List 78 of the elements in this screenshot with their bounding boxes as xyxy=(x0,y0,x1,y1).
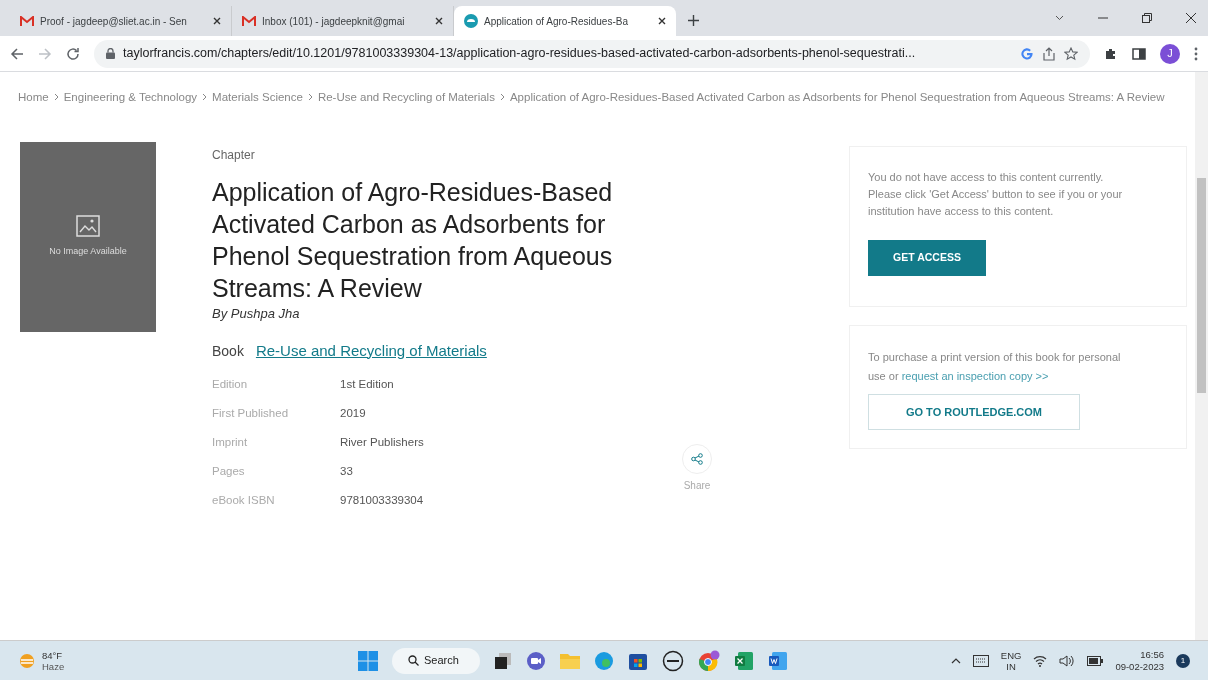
back-icon[interactable] xyxy=(10,46,24,61)
tab-search-icon[interactable] xyxy=(1055,15,1064,21)
taskbar-search[interactable]: Search xyxy=(392,647,480,674)
puzzle-icon[interactable] xyxy=(1104,46,1118,61)
chevron-right-icon xyxy=(307,93,313,101)
chat-icon[interactable] xyxy=(526,650,546,671)
restore-icon[interactable] xyxy=(1142,13,1152,23)
chevron-right-icon xyxy=(499,93,505,101)
detail-value: 1st Edition xyxy=(340,376,394,392)
chapter-title: Application of Agro-Residues-Based Activated Carbon as Adsorbents for Phenol Sequestration from Aqueous Streams: A Review xyxy=(212,177,614,304)
chrome-icon[interactable] xyxy=(698,649,720,672)
breadcrumb-link[interactable]: Materials Science xyxy=(212,86,303,108)
close-icon[interactable] xyxy=(435,17,443,25)
close-icon[interactable] xyxy=(213,17,221,25)
breadcrumb-link[interactable]: Home xyxy=(18,86,49,108)
tab-title: Proof - jagdeep@sliet.ac.in - Sen xyxy=(40,14,188,29)
site-favicon-icon xyxy=(464,14,478,28)
routledge-button[interactable]: GO TO ROUTLEDGE.COM xyxy=(868,394,1080,430)
close-icon[interactable] xyxy=(658,17,666,25)
star-icon[interactable] xyxy=(1064,46,1078,61)
reload-icon[interactable] xyxy=(66,46,80,61)
detail-label: eBook ISBN xyxy=(212,492,276,508)
notification-badge[interactable]: 1 xyxy=(1176,653,1190,668)
weather-condition: Haze xyxy=(42,660,65,672)
image-icon xyxy=(76,215,100,238)
detail-label: Imprint xyxy=(212,434,249,450)
battery-icon[interactable] xyxy=(1087,655,1104,666)
detail-label: First Published xyxy=(212,405,290,421)
detail-value: 9781003339304 xyxy=(340,492,424,508)
share-icon xyxy=(691,453,703,465)
profile-avatar[interactable]: J xyxy=(1160,43,1180,64)
temperature-text: 84°F xyxy=(42,649,64,661)
search-icon xyxy=(408,655,419,666)
google-icon[interactable] xyxy=(1020,46,1034,61)
speaker-icon[interactable] xyxy=(1059,654,1076,667)
side-panel-icon[interactable] xyxy=(1132,46,1146,61)
windows-start-icon[interactable] xyxy=(358,650,378,671)
close-window-icon[interactable] xyxy=(1186,13,1196,23)
keyboard-icon[interactable] xyxy=(972,654,989,667)
purchase-message: To purchase a print version of this book for personal use or request an inspection copy >> xyxy=(868,350,1122,384)
cover-caption: No Image Available xyxy=(49,245,127,259)
content-type-label: Chapter xyxy=(212,147,256,164)
breadcrumb-link[interactable]: Re-Use and Recycling of Materials xyxy=(317,86,495,108)
detail-label: Edition xyxy=(212,376,249,392)
url-text: taylorfrancis.com/chapters/edit/10.1201/9781003339304-13/application-agro-residues-based-activated-carbon-adsorbents-phenol-sequestrati... xyxy=(123,45,917,63)
author-text: By Pushpa Jha xyxy=(212,305,301,323)
tab-title: Application of Agro-Residues-Ba xyxy=(484,14,629,29)
circle-logo-icon[interactable] xyxy=(662,649,684,672)
share-page-icon[interactable] xyxy=(1042,46,1056,61)
tab-title: Inbox (101) - jagdeepknit@gmai xyxy=(262,14,406,29)
browser-tab[interactable]: Application of Agro-Residues-Ba xyxy=(454,6,676,36)
word-icon[interactable] xyxy=(768,650,788,671)
get-access-button[interactable]: GET ACCESS xyxy=(868,240,986,276)
access-message: You do not have access to this content currently. Please click 'Get Access' button to see if you or your institution have access to this content. xyxy=(868,170,1124,219)
clock[interactable]: 16:56 09-02-2023 xyxy=(1115,648,1164,673)
menu-icon[interactable] xyxy=(1194,46,1198,61)
scrollbar[interactable] xyxy=(1195,72,1208,640)
mail-logo-icon xyxy=(242,16,256,26)
new-tab-icon[interactable] xyxy=(688,15,699,26)
lock-icon xyxy=(106,48,115,59)
detail-value: River Publishers xyxy=(340,434,424,450)
detail-value: 33 xyxy=(340,463,353,479)
wifi-icon[interactable] xyxy=(1033,654,1048,667)
address-bar[interactable]: taylorfrancis.com/chapters/edit/10.1201/9781003339304-13/application-agro-residues-based-activated-carbon-adsorbents-phenol-sequestrati... xyxy=(94,39,1090,68)
breadcrumb-link[interactable]: Engineering & Technology xyxy=(63,86,198,108)
excel-icon[interactable] xyxy=(734,650,754,671)
chevron-up-icon[interactable] xyxy=(950,657,961,664)
task-view-icon[interactable] xyxy=(494,651,512,670)
inspection-copy-link[interactable]: request an inspection copy >> xyxy=(901,370,1049,382)
chevron-right-icon xyxy=(202,93,208,101)
book-link[interactable]: Re-Use and Recycling of Materials xyxy=(255,339,487,362)
chevron-right-icon xyxy=(53,93,59,101)
share-label: Share xyxy=(683,479,711,493)
book-label: Book xyxy=(212,341,244,361)
language-indicator[interactable]: ENG IN xyxy=(1000,649,1022,672)
detail-label: Pages xyxy=(212,463,246,479)
detail-value: 2019 xyxy=(340,405,366,421)
mail-logo-icon xyxy=(20,16,34,26)
